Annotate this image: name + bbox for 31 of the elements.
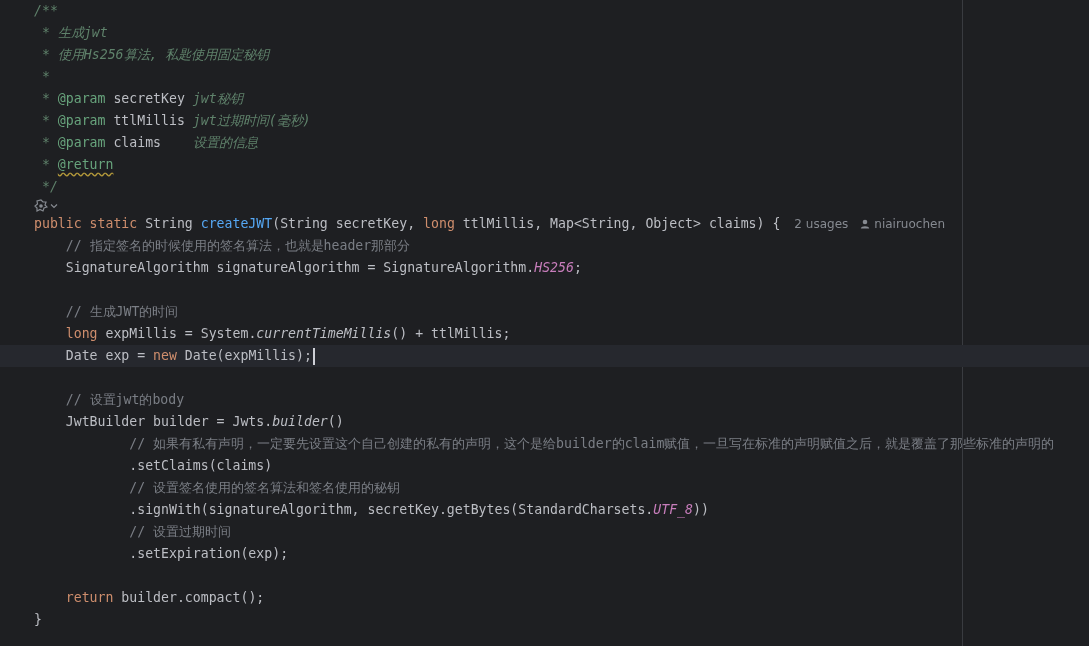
code-comment: */ [40, 178, 58, 196]
code-line: .signWith(signatureAlgorithm, secretKey.getBytes(StandardCharsets.UTF_8)) [128, 501, 709, 520]
chevron-down-icon[interactable] [50, 202, 58, 209]
code-line: long expMillis = System.currentTimeMillis() + ttlMillis; [64, 325, 511, 343]
gear-icon[interactable] [34, 199, 48, 212]
code-comment: // 指定签名的时候使用的签名算法，也就是header那部分 [64, 237, 411, 255]
code-editor[interactable] [0, 0, 1089, 646]
code-comment: * 使用Hs256算法, 私匙使用固定秘钥 [40, 46, 270, 64]
code-comment: // 设置签名使用的签名算法和签名使用的秘钥 [128, 479, 401, 497]
code-comment: * @return [40, 156, 114, 174]
person-icon [860, 219, 871, 229]
code-comment: // 设置过期时间 [128, 523, 232, 541]
code-comment: * @param secretKey jwt秘钥 [40, 90, 243, 108]
code-comment: * @param ttlMillis jwt过期时间(毫秒) [40, 112, 311, 130]
usages-hint[interactable]: 2 usages [794, 217, 849, 231]
code-comment: * @param claims 设置的信息 [40, 134, 258, 152]
code-line: JwtBuilder builder = Jwts.builder() [64, 413, 344, 431]
code-comment: // 生成JWT的时间 [64, 303, 179, 321]
code-line: Date exp = new Date(expMillis); [64, 347, 312, 365]
code-comment: * [40, 68, 50, 86]
code-line: .setExpiration(exp); [128, 545, 289, 563]
author-hint[interactable]: niairuochen [874, 217, 945, 231]
code-line: } [34, 611, 42, 629]
code-line: SignatureAlgorithm signatureAlgorithm = SignatureAlgorithm.HS256; [64, 259, 582, 277]
code-line: return builder.compact(); [64, 589, 265, 607]
code-comment: // 设置jwt的body [64, 391, 185, 409]
code-comment: /** [34, 2, 58, 20]
code-line: public static String createJWT(String secretKey, long ttlMillis, Map<String, Object> claims) { [34, 215, 781, 233]
text-caret [312, 347, 315, 365]
code-comment: * 生成jwt [40, 24, 108, 42]
code-line: .setClaims(claims) [128, 457, 273, 475]
